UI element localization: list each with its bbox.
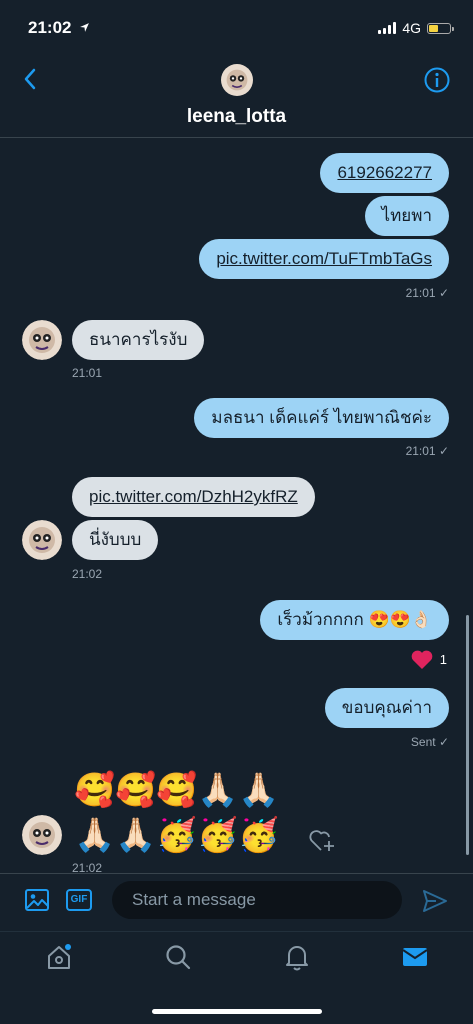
location-icon [80,23,90,32]
avatar[interactable] [22,320,62,360]
avatar[interactable] [22,520,62,560]
home-icon[interactable] [44,942,74,972]
composer-divider [0,873,473,874]
heart-icon [411,650,433,670]
signal-icon [378,22,397,34]
reaction[interactable]: 1 [410,649,447,670]
message-outgoing[interactable]: ขอบคุณค่าา [324,688,449,728]
message-timestamp: 21:01 [72,366,103,380]
scrollbar[interactable] [466,615,469,855]
avatar-image [22,520,62,560]
reaction-count: 1 [439,652,447,667]
back-button[interactable] [16,64,46,94]
message-outgoing[interactable]: ไทยพา [364,196,449,236]
message-timestamp: 21:01 ✓ [405,444,449,458]
conversation-title: leena_lotta [186,106,287,127]
avatar-image [221,64,253,96]
avatar-image [22,320,62,360]
image-icon[interactable] [24,887,50,913]
avatar[interactable] [22,815,62,855]
search-icon[interactable] [163,942,193,972]
header-divider [0,137,473,138]
message-outgoing[interactable]: เร็วม้วกกกก 😍😍👌🏻 [260,600,449,640]
status-time: 21:02 [28,18,90,38]
message-incoming[interactable]: นี่งับบบ [72,520,159,560]
network-label: 4G [402,20,421,36]
mail-icon[interactable] [400,942,430,972]
home-indicator[interactable] [152,1009,322,1014]
message-incoming-link[interactable]: pic.twitter.com/DzhH2ykfRZ [72,477,315,517]
message-status: Sent ✓ [410,735,449,749]
message-outgoing[interactable]: มลธนา เด็คแค่ร์ ไทยพาณิชค่ะ [194,398,449,438]
add-reaction-icon[interactable] [308,828,336,854]
bell-icon[interactable] [282,942,312,972]
message-outgoing[interactable]: 6192662277 [320,153,449,193]
emoji-message-line[interactable]: 🥰🥰🥰🙏🏻🙏🏻 [74,770,279,810]
avatar-image [22,815,62,855]
battery-icon [427,22,454,34]
tabbar-divider [0,931,473,932]
message-timestamp: 21:01 ✓ [405,286,449,300]
send-icon[interactable] [422,888,448,914]
message-timestamp: 21:02 [72,567,103,581]
message-outgoing-link[interactable]: pic.twitter.com/TuFTmbTaGs [199,239,449,279]
message-incoming[interactable]: ธนาคารไรงับ [72,320,205,360]
status-indicators: 4G [378,20,454,36]
info-icon[interactable] [423,66,451,94]
emoji-message-line[interactable]: 🙏🏻🙏🏻🥳🥳🥳 [74,815,279,855]
message-input[interactable] [112,881,402,919]
gif-button[interactable]: GIF [66,889,92,911]
header-avatar[interactable] [221,64,253,96]
